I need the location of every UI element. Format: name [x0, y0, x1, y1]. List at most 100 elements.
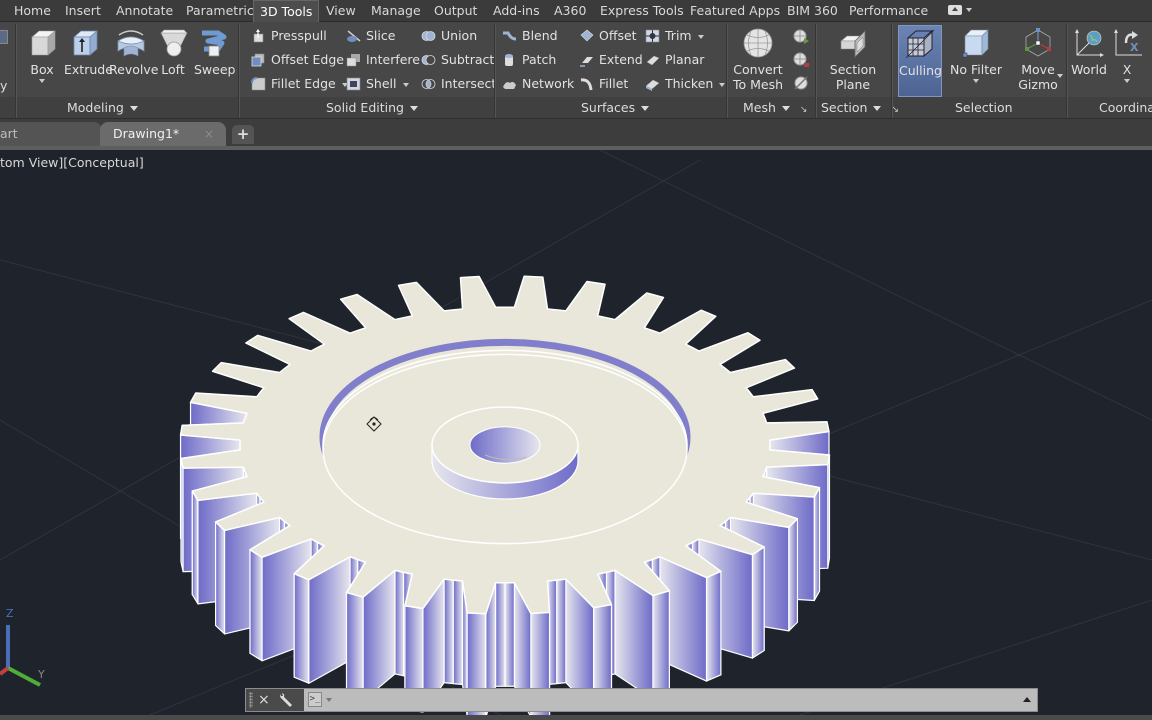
- presspull-icon: [253, 29, 264, 43]
- tab-output[interactable]: Output: [428, 0, 483, 22]
- shell-button[interactable]: Shell: [344, 74, 409, 94]
- thicken-button[interactable]: Thicken: [643, 74, 726, 94]
- command-line-handle: ×: [246, 689, 304, 711]
- ribbon-minimize-button[interactable]: [948, 5, 974, 17]
- panel-separator: [1066, 24, 1067, 118]
- offset-label: Offset: [599, 28, 637, 43]
- ucs-z-label: Z: [6, 607, 14, 620]
- section-plane-icon: [840, 30, 866, 58]
- move-gizmo-button[interactable]: Move Gizmo: [1014, 25, 1062, 97]
- minimize-ribbon-icon: [948, 5, 962, 15]
- intersect-button[interactable]: Intersect: [419, 74, 496, 94]
- panel-title-surfaces-label: Surfaces: [581, 100, 636, 115]
- convert-to-mesh-button[interactable]: Convert To Mesh: [732, 25, 784, 97]
- planar-button[interactable]: Planar: [643, 50, 704, 70]
- close-tab-icon[interactable]: ×: [204, 122, 214, 146]
- tab-annotate[interactable]: Annotate: [110, 0, 179, 22]
- revolve-button[interactable]: Revolve: [109, 25, 158, 97]
- new-tab-button[interactable]: +: [232, 125, 254, 144]
- partial-panel-label: y: [0, 78, 8, 93]
- move-gizmo-label-line1: Move: [1021, 62, 1055, 77]
- gear-tooth-side-face: [452, 579, 464, 686]
- interfere-button[interactable]: Interfere: [344, 50, 420, 70]
- trim-icon: [645, 29, 660, 43]
- union-button[interactable]: Union: [419, 26, 477, 46]
- scene-canvas[interactable]: Z Y: [0, 150, 1152, 715]
- network-button[interactable]: Network: [500, 74, 574, 94]
- dialog-launcher-icon[interactable]: ↘: [800, 102, 808, 118]
- gear-tooth-side-face: [813, 487, 821, 602]
- refine-mesh-icon[interactable]: [792, 74, 810, 92]
- file-tab-drawing1[interactable]: Drawing1* ×: [100, 122, 226, 146]
- tab-add-ins[interactable]: Add-ins: [487, 0, 546, 22]
- tab-performance[interactable]: Performance: [843, 0, 934, 22]
- fillet-button[interactable]: Fillet: [577, 74, 628, 94]
- no-filter-button[interactable]: No Filter: [950, 25, 1002, 97]
- panel-separator: [494, 24, 495, 118]
- tab-3d-tools[interactable]: 3D Tools: [253, 0, 320, 23]
- dialog-launcher-icon[interactable]: ↘: [891, 102, 899, 118]
- chevron-down-icon: [697, 34, 704, 39]
- command-input[interactable]: [336, 691, 1006, 709]
- panel-title-mesh[interactable]: Mesh ↘: [743, 100, 807, 116]
- command-prompt-icon[interactable]: >_: [308, 692, 322, 707]
- panel-title-surfaces[interactable]: Surfaces: [581, 100, 650, 116]
- gear-3d-model[interactable]: [179, 275, 831, 715]
- slice-button[interactable]: Slice: [344, 26, 395, 46]
- union-icon: [421, 31, 436, 41]
- smooth-less-icon[interactable]: [792, 51, 810, 69]
- sweep-button[interactable]: Sweep: [194, 25, 235, 97]
- world-ucs-label: World: [1071, 62, 1107, 77]
- section-plane-button[interactable]: Section Plane: [826, 25, 880, 97]
- chevron-down-icon: [641, 106, 650, 111]
- viewport-controls-label[interactable]: tom View][Conceptual]: [0, 155, 144, 170]
- trim-button[interactable]: Trim: [643, 26, 704, 46]
- tab-bim-360[interactable]: BIM 360: [781, 0, 844, 22]
- blend-button[interactable]: Blend: [500, 26, 558, 46]
- patch-button[interactable]: Patch: [500, 50, 556, 70]
- thicken-label: Thicken: [665, 76, 714, 91]
- fillet-label: Fillet: [599, 76, 629, 91]
- chevron-down-icon: [719, 82, 726, 87]
- x-ucs-button[interactable]: X X: [1112, 25, 1142, 97]
- command-history-up-icon[interactable]: [1023, 697, 1031, 702]
- tab-home[interactable]: Home: [8, 0, 57, 22]
- world-ucs-button[interactable]: World: [1071, 25, 1107, 97]
- fillet-edge-button[interactable]: Fillet Edge: [249, 74, 348, 94]
- sweep-icon: [202, 30, 227, 57]
- culling-button[interactable]: Culling: [898, 25, 942, 97]
- subtract-button[interactable]: Subtract: [419, 50, 494, 70]
- panel-title-solid-editing[interactable]: Solid Editing: [326, 100, 418, 116]
- file-tab-start[interactable]: art: [0, 122, 102, 146]
- recent-commands-chevron-icon[interactable]: [326, 698, 332, 702]
- close-command-line-icon[interactable]: ×: [258, 689, 270, 711]
- offset-edge-button[interactable]: Offset Edge: [249, 50, 344, 70]
- status-bar: [0, 715, 1152, 720]
- panel-title-section[interactable]: Section ↘: [821, 100, 899, 116]
- panel-title-mesh-label: Mesh: [743, 100, 776, 115]
- tab-express-tools[interactable]: Express Tools: [594, 0, 690, 22]
- file-tab-drawing1-label: Drawing1*: [113, 126, 180, 141]
- tab-view[interactable]: View: [320, 0, 362, 22]
- offset-button[interactable]: Offset: [577, 26, 637, 46]
- presspull-button[interactable]: Presspull: [249, 26, 327, 46]
- drawing-viewport[interactable]: Z Y tom View][Conceptual]: [0, 150, 1152, 715]
- tab-insert[interactable]: Insert: [59, 0, 107, 22]
- panel-title-modeling[interactable]: Modeling: [67, 100, 138, 116]
- tab-featured-apps[interactable]: Featured Apps: [684, 0, 786, 22]
- blend-label: Blend: [522, 28, 558, 43]
- chevron-down-icon: [409, 106, 418, 111]
- network-label: Network: [522, 76, 575, 91]
- extend-button[interactable]: Extend: [577, 50, 643, 70]
- wrench-icon[interactable]: [278, 692, 294, 708]
- loft-button[interactable]: Loft: [158, 25, 188, 97]
- smooth-more-icon[interactable]: [792, 28, 810, 46]
- tab-a360[interactable]: A360: [548, 0, 592, 22]
- tab-parametric[interactable]: Parametric: [180, 0, 260, 22]
- extrude-button[interactable]: Extrude: [64, 25, 113, 97]
- subtract-icon: [421, 55, 436, 65]
- ucs-icon: Z Y: [0, 607, 45, 687]
- drag-grip-icon[interactable]: [249, 692, 253, 708]
- box-button[interactable]: Box: [27, 25, 57, 97]
- tab-manage[interactable]: Manage: [365, 0, 427, 22]
